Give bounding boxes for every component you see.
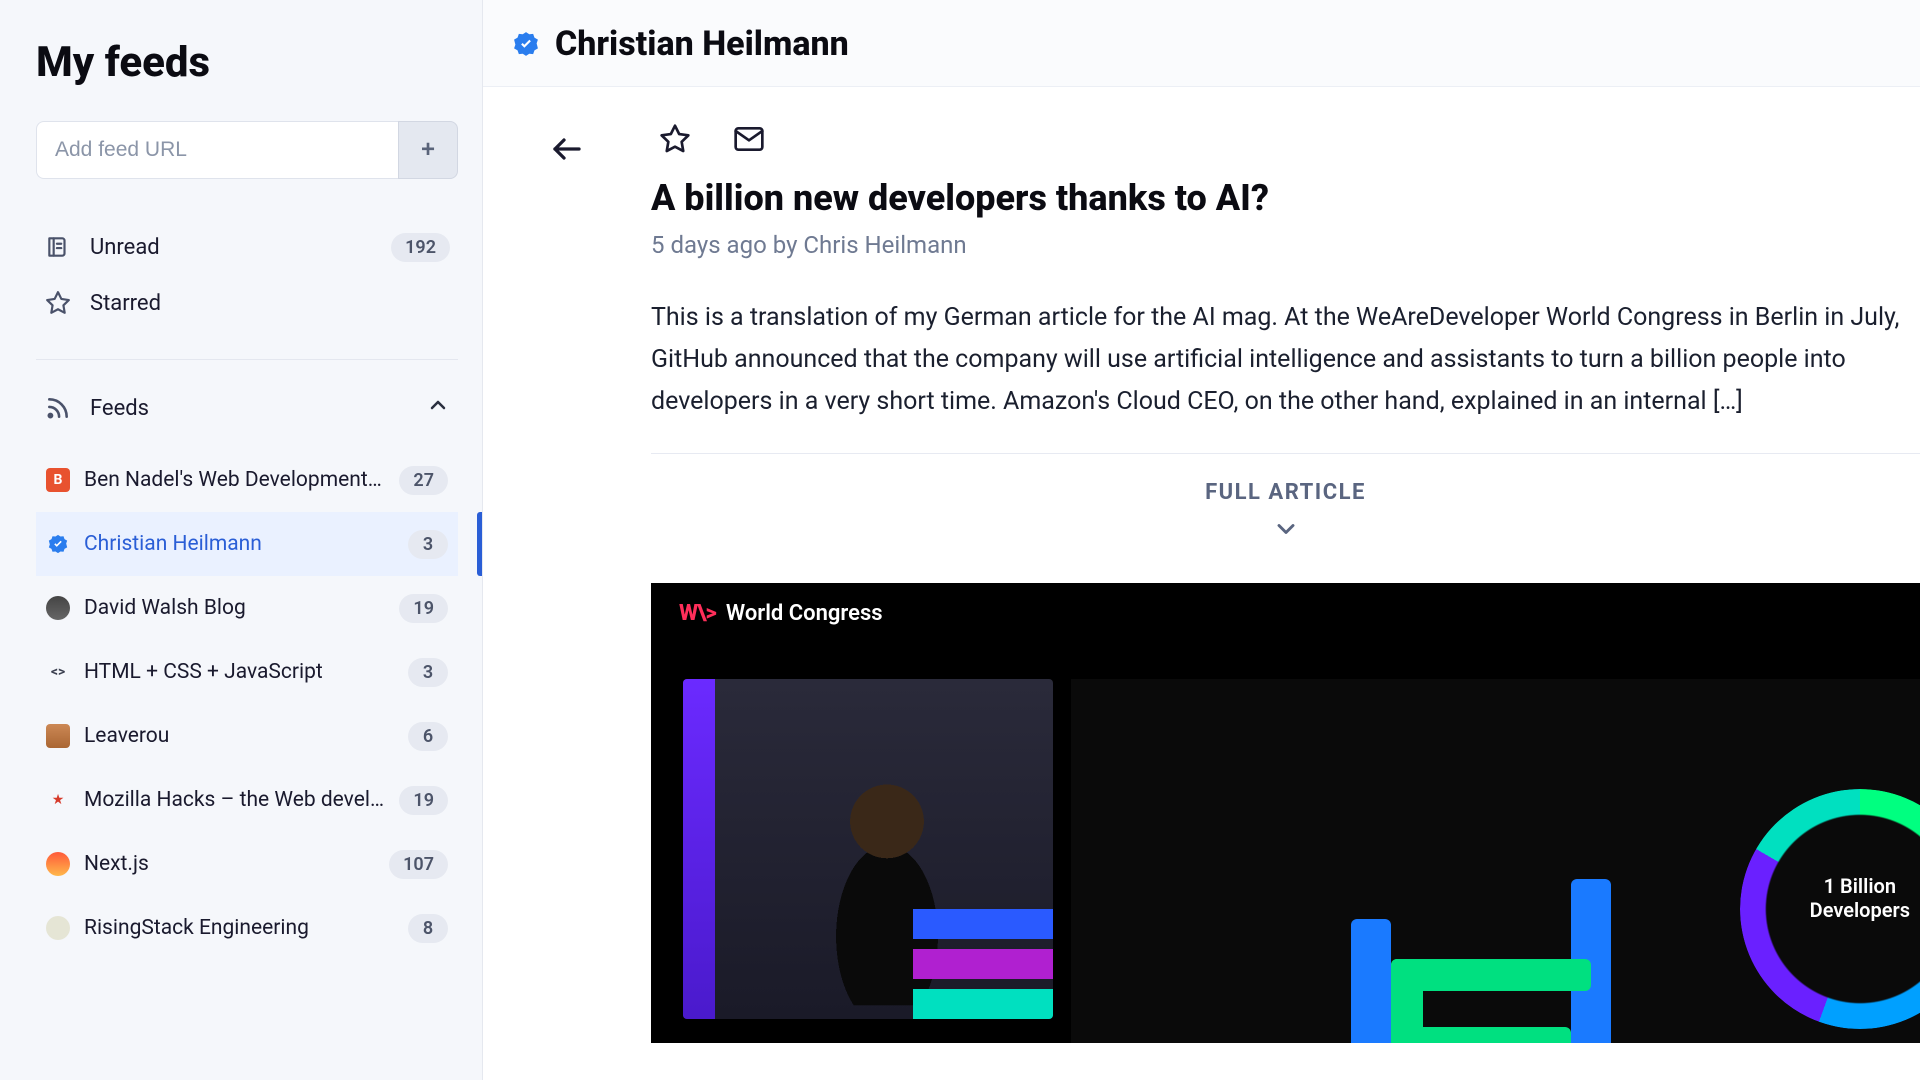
feed-item-html-css-js[interactable]: <> HTML + CSS + JavaScript 3 [36,640,458,704]
feed-favicon: ★ [46,788,70,812]
article-hero-image: W\> World Congress [651,583,1920,1043]
chevron-down-icon [651,515,1920,543]
sidebar-title: My feeds [36,38,458,87]
add-feed-row: + [36,121,458,179]
rss-icon [44,394,72,422]
feed-count: 19 [399,594,448,623]
feed-item-david-walsh[interactable]: David Walsh Blog 19 [36,576,458,640]
hero-brand: W\> World Congress [679,601,883,626]
verified-icon [46,532,70,556]
feed-favicon [46,916,70,940]
feeds-header-label: Feeds [90,396,149,421]
feed-label: Leaverou [84,724,394,748]
mail-button[interactable] [733,123,765,155]
feed-favicon [46,852,70,876]
feed-label: Ben Nadel's Web Development and [84,468,385,492]
sidebar: My feeds + Unread 192 Starred Fee [0,0,483,1080]
plus-icon: + [421,136,435,164]
feed-count: 3 [408,530,448,559]
feed-count: 3 [408,658,448,687]
code-icon: <> [46,660,70,684]
nav-starred-label: Starred [90,291,450,316]
nav-unread-label: Unread [90,235,373,260]
sidebar-divider [36,359,458,360]
full-article-label: FULL ARTICLE [651,480,1920,505]
nav-unread-count: 192 [391,233,450,262]
nav-starred[interactable]: Starred [36,275,458,331]
verified-icon [513,31,539,57]
nav-unread[interactable]: Unread 192 [36,219,458,275]
feed-label: Mozilla Hacks – the Web developer [84,788,385,812]
feed-label: Christian Heilmann [84,532,394,556]
star-button[interactable] [659,123,691,155]
feed-favicon [46,724,70,748]
article: A billion new developers thanks to AI? 5… [651,87,1920,1080]
feed-count: 6 [408,722,448,751]
hero-brand-text: World Congress [726,601,883,626]
feed-favicon [46,596,70,620]
feed-count: 8 [408,914,448,943]
main-panel: Christian Heilmann A billion new develop… [483,0,1920,1080]
unread-icon [44,233,72,261]
content-area: A billion new developers thanks to AI? 5… [483,87,1920,1080]
hero-left-panel [683,679,1053,1019]
feed-count: 107 [389,850,448,879]
feed-count: 19 [399,786,448,815]
article-meta: 5 days ago by Chris Heilmann [651,231,1920,259]
feed-item-nextjs[interactable]: Next.js 107 [36,832,458,896]
feed-title: Christian Heilmann [555,24,849,64]
feed-favicon: B [46,468,70,492]
back-button[interactable] [545,127,589,171]
back-column [483,87,651,1080]
article-actions [651,123,1920,155]
feed-item-risingstack[interactable]: RisingStack Engineering 8 [36,896,458,960]
main-header: Christian Heilmann [483,0,1920,87]
article-title: A billion new developers thanks to AI? [651,177,1920,219]
hero-ring-label: 1 Billion Developers [1810,874,1910,922]
feed-item-ben-nadel[interactable]: B Ben Nadel's Web Development and 27 [36,448,458,512]
hero-logo: W\> [679,601,716,626]
feed-label: Next.js [84,852,375,876]
feed-item-leaverou[interactable]: Leaverou 6 [36,704,458,768]
feed-list: B Ben Nadel's Web Development and 27 Chr… [36,448,458,960]
chevron-up-icon [426,393,450,423]
star-icon [44,289,72,317]
feed-item-mozilla-hacks[interactable]: ★ Mozilla Hacks – the Web developer 19 [36,768,458,832]
feed-label: David Walsh Blog [84,596,385,620]
feed-label: HTML + CSS + JavaScript [84,660,394,684]
feeds-section-header[interactable]: Feeds [36,380,458,436]
feed-label: RisingStack Engineering [84,916,394,940]
feed-count: 27 [399,466,448,495]
feed-item-christian-heilmann[interactable]: Christian Heilmann 3 [36,512,458,576]
hero-right-panel: 1 Billion Developers [1071,679,1920,1043]
article-body: This is a translation of my German artic… [651,297,1920,423]
add-feed-button[interactable]: + [398,121,458,179]
full-article-toggle[interactable]: FULL ARTICLE [651,453,1920,543]
add-feed-input[interactable] [36,121,398,179]
